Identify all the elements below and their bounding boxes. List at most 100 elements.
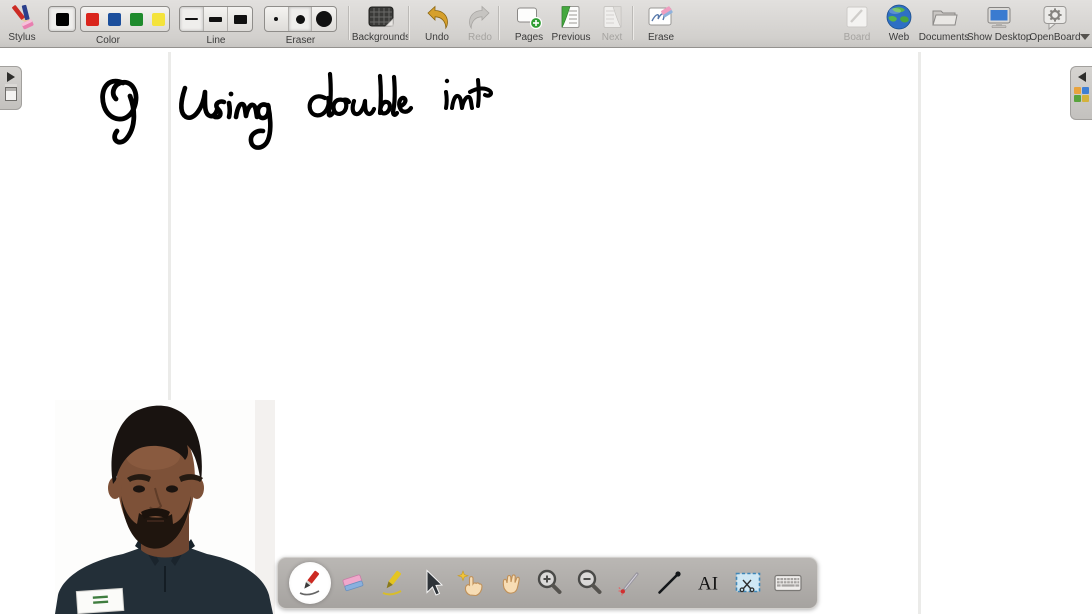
undo-button[interactable]: Undo	[412, 2, 462, 46]
green-swatch	[130, 13, 143, 26]
undo-label: Undo	[412, 32, 462, 43]
redo-button: Redo	[458, 2, 502, 46]
left-drawer-toggle[interactable]	[0, 66, 22, 110]
virtual-keyboard-tool[interactable]	[770, 562, 806, 604]
erase-page-icon	[636, 2, 686, 32]
keyboard-icon	[772, 567, 804, 599]
toolbar-separator	[632, 6, 633, 40]
interact-tool[interactable]	[453, 562, 489, 604]
toolbar-separator	[348, 6, 349, 40]
laser-pointer-icon	[614, 567, 646, 599]
eraser-large-cell[interactable]	[312, 7, 336, 31]
capture-tool[interactable]	[730, 562, 766, 604]
thick-line-icon	[234, 15, 247, 24]
large-eraser-icon	[316, 11, 332, 27]
eraser-tool[interactable]	[335, 562, 371, 604]
color-swatch-group	[80, 6, 170, 32]
color-red-cell[interactable]	[81, 7, 103, 31]
small-eraser-icon	[274, 17, 278, 21]
selector-tool[interactable]	[414, 562, 450, 604]
expand-right-icon	[7, 72, 15, 82]
documents-button[interactable]: Documents	[916, 2, 972, 46]
interact-hand-icon	[455, 567, 487, 599]
marker-tool[interactable]	[374, 562, 410, 604]
board-label: Board	[834, 32, 880, 43]
redo-icon	[458, 2, 502, 32]
erase-label: Erase	[636, 32, 686, 43]
line-label: Line	[179, 35, 253, 46]
color-green-cell[interactable]	[125, 7, 147, 31]
documents-folder-icon	[916, 2, 972, 32]
next-page-button: Next	[592, 2, 632, 46]
show-desktop-button[interactable]: Show Desktop	[967, 2, 1031, 46]
svg-text:AI: AI	[698, 574, 718, 595]
documents-label: Documents	[916, 32, 972, 43]
line-thin-cell[interactable]	[180, 7, 204, 31]
open-hand-icon	[495, 567, 527, 599]
whiteboard-canvas[interactable]: AI	[0, 48, 1092, 614]
web-mode-button[interactable]: Web	[879, 2, 919, 46]
openboard-gear-icon	[1028, 2, 1082, 32]
previous-page-label: Previous	[546, 32, 596, 43]
eraser-size-group	[264, 6, 337, 32]
color-swatch-black[interactable]	[48, 6, 76, 32]
line-medium-cell[interactable]	[204, 7, 228, 31]
yellow-swatch	[152, 13, 165, 26]
stylus-icon	[2, 2, 42, 32]
previous-page-icon	[546, 2, 596, 32]
stylus-label: Stylus	[2, 32, 42, 43]
line-thick-cell[interactable]	[228, 7, 252, 31]
eraser-icon	[337, 567, 369, 599]
backgrounds-icon	[350, 2, 412, 32]
zoom-out-icon	[574, 567, 606, 599]
marker-icon	[376, 567, 408, 599]
eraser-small-cell[interactable]	[265, 7, 289, 31]
web-label: Web	[879, 32, 919, 43]
eraser-label: Eraser	[264, 35, 337, 46]
medium-eraser-icon	[296, 15, 305, 24]
backgrounds-label: Backgrounds	[350, 32, 412, 43]
erase-button[interactable]: Erase	[636, 2, 686, 46]
thin-line-icon	[185, 18, 198, 20]
eraser-medium-cell[interactable]	[289, 7, 313, 31]
undo-icon	[412, 2, 462, 32]
page-navigator-icon	[5, 87, 17, 101]
pen-icon	[294, 567, 326, 599]
zoom-in-tool[interactable]	[532, 562, 568, 604]
library-drawer-toggle[interactable]	[1070, 66, 1092, 120]
pen-tool[interactable]	[289, 562, 331, 604]
color-blue-cell[interactable]	[103, 7, 125, 31]
backgrounds-button[interactable]: Backgrounds	[350, 2, 412, 46]
top-toolbar: Stylus Color Line Eraser	[0, 0, 1092, 48]
openboard-menu-button[interactable]: OpenBoard	[1028, 2, 1082, 46]
line-width-group	[179, 6, 253, 32]
stylus-button[interactable]: Stylus	[2, 2, 42, 46]
next-page-icon	[592, 2, 632, 32]
openboard-app: Stylus Color Line Eraser	[0, 0, 1092, 614]
color-black-cell[interactable]	[49, 7, 75, 31]
toolbar-separator	[408, 6, 409, 40]
draw-line-tool[interactable]	[651, 562, 687, 604]
color-yellow-cell[interactable]	[147, 7, 169, 31]
zoom-out-tool[interactable]	[572, 562, 608, 604]
webcam-overlay	[55, 400, 275, 614]
selector-arrow-icon	[416, 567, 448, 599]
text-tool[interactable]: AI	[691, 562, 727, 604]
capture-icon	[732, 567, 764, 599]
openboard-menu-caret[interactable]	[1080, 34, 1090, 40]
show-desktop-label: Show Desktop	[967, 32, 1031, 43]
show-desktop-monitor-icon	[967, 2, 1031, 32]
bottom-toolbar: AI	[277, 557, 818, 609]
laser-pointer-tool[interactable]	[612, 562, 648, 604]
scroll-hand-tool[interactable]	[493, 562, 529, 604]
previous-page-button[interactable]: Previous	[546, 2, 596, 46]
zoom-in-icon	[534, 567, 566, 599]
black-swatch	[56, 13, 69, 26]
board-mode-button: Board	[834, 2, 880, 46]
toolbar-separator	[498, 6, 499, 40]
next-page-label: Next	[592, 32, 632, 43]
redo-label: Redo	[458, 32, 502, 43]
red-swatch	[86, 13, 99, 26]
color-label: Color	[40, 35, 176, 46]
expand-left-icon	[1078, 72, 1086, 82]
